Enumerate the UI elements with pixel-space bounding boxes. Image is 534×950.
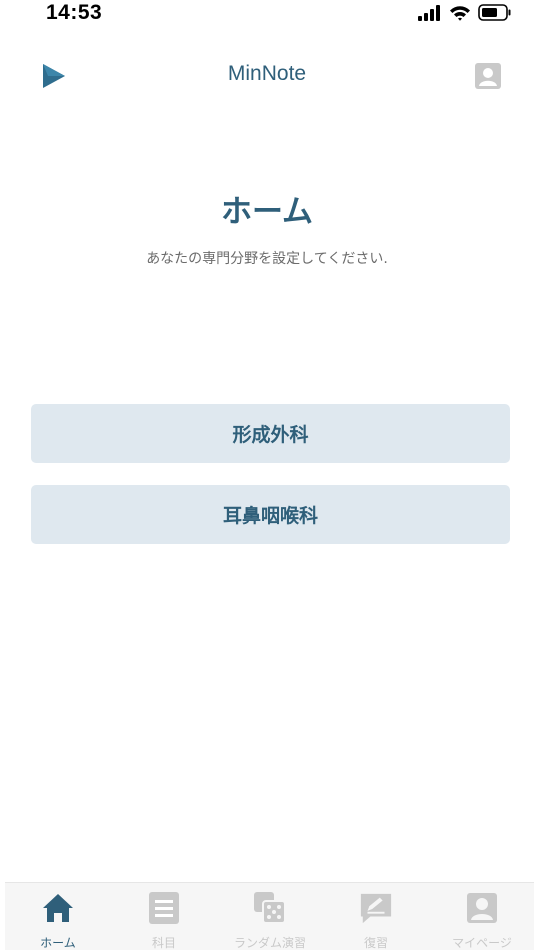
specialty-button-plastic-surgery[interactable]: 形成外科 <box>31 404 510 463</box>
tab-home[interactable]: ホーム <box>5 883 111 950</box>
tab-home-label: ホーム <box>40 936 76 950</box>
tab-subjects-label: 科目 <box>151 936 176 950</box>
home-icon <box>43 894 73 922</box>
nav-bar: MinNote <box>0 50 534 102</box>
tab-random-practice[interactable]: ランダム演習 <box>217 883 323 950</box>
tab-bar: ホーム 科目 ランダム演習 復習 マイページ <box>5 882 534 950</box>
profile-button[interactable] <box>474 62 502 90</box>
app-screen: 14:53 MinNote ホーム あなたの専門分野を設定してください. 形成外… <box>0 0 534 950</box>
tab-mypage[interactable]: マイページ <box>429 883 534 950</box>
status-bar: 14:53 <box>0 0 534 28</box>
status-icons <box>418 4 512 21</box>
profile-icon <box>475 63 501 89</box>
page-title: ホーム <box>220 194 314 230</box>
dice-icon <box>254 892 286 924</box>
specialty-button-otolaryngology[interactable]: 耳鼻咽喉科 <box>31 485 510 544</box>
tab-review[interactable]: 復習 <box>323 883 429 950</box>
page-subtitle: あなたの専門分野を設定してください. <box>146 251 388 267</box>
tab-subjects[interactable]: 科目 <box>111 883 217 950</box>
profile-icon <box>467 893 497 923</box>
wifi-icon <box>450 5 470 21</box>
tab-mypage-label: マイページ <box>452 936 512 950</box>
review-icon <box>360 893 392 924</box>
tab-random-practice-label: ランダム演習 <box>233 936 306 950</box>
tab-review-label: 復習 <box>363 936 388 950</box>
battery-icon <box>478 4 511 21</box>
cellular-signal-icon <box>418 4 440 21</box>
status-time: 14:53 <box>46 1 103 24</box>
app-title: MinNote <box>227 62 307 85</box>
list-icon <box>149 892 179 924</box>
